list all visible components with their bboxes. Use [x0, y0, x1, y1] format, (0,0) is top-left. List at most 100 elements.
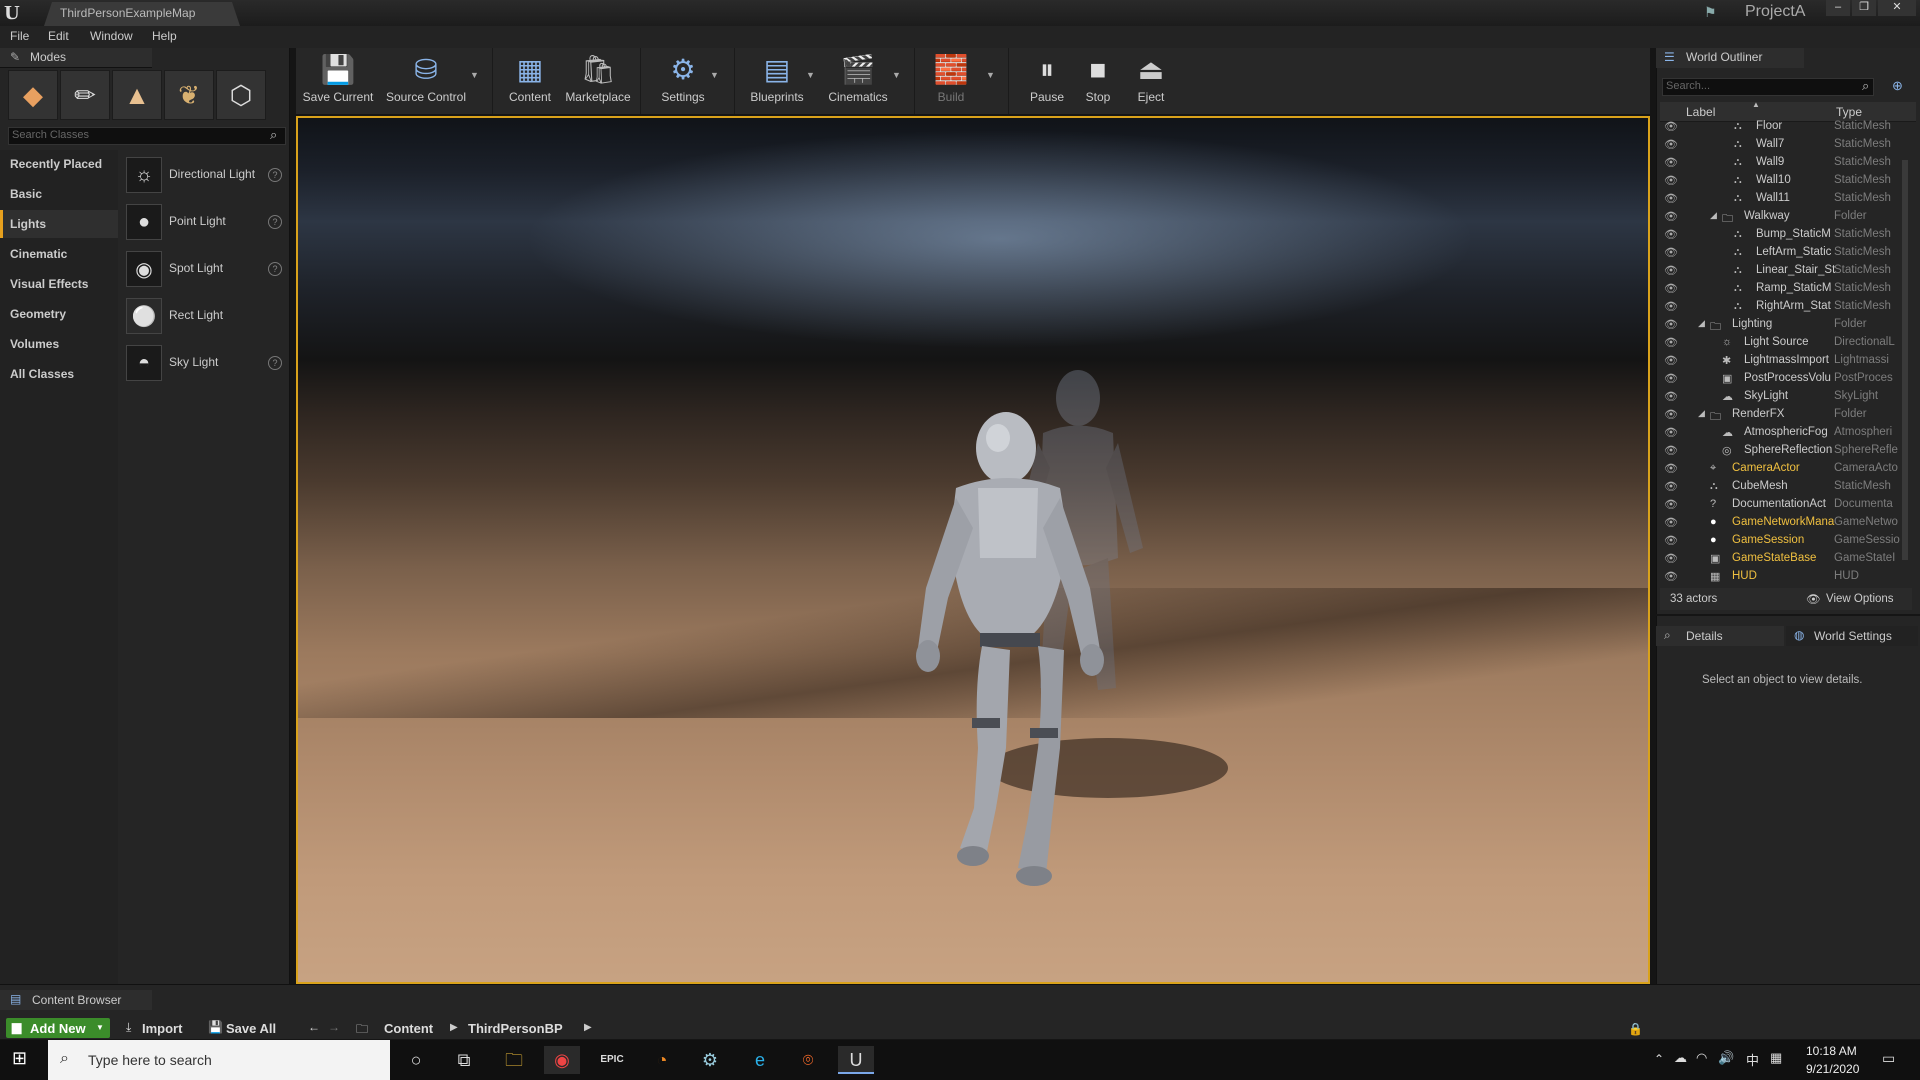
chevron-down-icon[interactable]: ▼ [892, 70, 901, 80]
geometry-mode-icon[interactable]: ⬡ [216, 70, 266, 120]
eye-icon[interactable]: 👁 [1664, 282, 1678, 295]
stop-button[interactable]: ■ Stop [1074, 48, 1122, 114]
outliner-row[interactable]: 👁 ▣ PostProcessVolu PostProces [1660, 370, 1908, 388]
help-icon[interactable]: ? [268, 262, 282, 276]
task-view-icon[interactable]: ⧉ [446, 1046, 482, 1074]
breadcrumb-content[interactable]: Content [384, 1021, 433, 1036]
chevron-down-icon[interactable]: ▼ [806, 70, 815, 80]
paint-mode-icon[interactable]: ✏ [60, 70, 110, 120]
menu-help[interactable]: Help [152, 29, 177, 43]
place-mode-icon[interactable]: ◆ [8, 70, 58, 120]
eye-icon[interactable]: 👁 [1664, 480, 1678, 493]
edge-icon[interactable]: e [742, 1046, 778, 1074]
volume-icon[interactable]: 🔊 [1718, 1050, 1734, 1066]
import-button[interactable]: Import [142, 1021, 182, 1036]
outliner-folder-row[interactable]: 👁 ◢ 🗀 Lighting Folder [1660, 316, 1908, 334]
unreal-editor-taskbar-icon[interactable]: U [838, 1046, 874, 1074]
outliner-row[interactable]: 👁 ● GameNetworkMana GameNetwo [1660, 514, 1908, 532]
notifications-icon[interactable]: ▭ [1882, 1050, 1895, 1067]
outliner-row[interactable]: 👁 ⛬ CubeMesh StaticMesh [1660, 478, 1908, 496]
eye-icon[interactable]: 👁 [1664, 174, 1678, 187]
help-icon[interactable]: ? [268, 356, 282, 370]
landscape-mode-icon[interactable]: ▲ [112, 70, 162, 120]
eye-icon[interactable]: 👁 [1664, 246, 1678, 259]
category-recently-placed[interactable]: Recently Placed [0, 150, 118, 178]
clock-date[interactable]: 9/21/2020 [1806, 1062, 1859, 1076]
epic-games-icon[interactable]: EPIC [594, 1046, 630, 1074]
expand-arrow-icon[interactable]: ◢ [1698, 408, 1705, 419]
outliner-row[interactable]: 👁 ▣ GameStateBase GameStateI [1660, 550, 1908, 568]
modes-tab[interactable] [0, 48, 152, 68]
eye-icon[interactable]: 👁 [1664, 192, 1678, 205]
outliner-row[interactable]: 👁 ☁ SkyLight SkyLight [1660, 388, 1908, 406]
maximize-button[interactable]: ❐ [1852, 0, 1876, 16]
save-all-button[interactable]: Save All [226, 1021, 276, 1036]
chrome-icon[interactable]: ◉ [544, 1046, 580, 1074]
view-options-button[interactable]: View Options [1826, 593, 1894, 605]
eye-icon[interactable]: 👁 [1664, 228, 1678, 241]
eye-icon[interactable]: 👁 [1664, 408, 1678, 421]
eye-icon[interactable]: 👁 [1664, 372, 1678, 385]
category-all-classes[interactable]: All Classes [0, 360, 118, 388]
category-cinematic[interactable]: Cinematic [0, 240, 118, 268]
eye-icon[interactable]: 👁 [1664, 210, 1678, 223]
close-button[interactable]: ✕ [1878, 0, 1916, 16]
category-basic[interactable]: Basic [0, 180, 118, 208]
eye-icon[interactable]: 👁 [1664, 390, 1678, 403]
clock-time[interactable]: 10:18 AM [1806, 1044, 1857, 1058]
minimize-button[interactable]: – [1826, 0, 1850, 16]
map-tab[interactable]: ThirdPersonExampleMap [44, 2, 240, 26]
eye-icon[interactable]: 👁 [1664, 426, 1678, 439]
back-arrow-icon[interactable]: ← [308, 1020, 320, 1034]
cortana-icon[interactable]: ○ [398, 1046, 434, 1074]
column-label-header[interactable]: Label [1686, 105, 1715, 119]
category-lights[interactable]: Lights [0, 210, 118, 238]
eye-icon[interactable]: 👁 [1664, 534, 1678, 547]
level-viewport[interactable] [296, 116, 1650, 984]
pause-button[interactable]: ⏸ Pause [1020, 48, 1074, 114]
cinematics-button[interactable]: 🎬 Cinematics [822, 48, 894, 114]
eye-icon[interactable]: 👁 [1664, 516, 1678, 529]
outliner-row[interactable]: 👁 ⛬ Floor StaticMesh [1660, 118, 1908, 136]
tray-chevron-icon[interactable]: ⌃ [1654, 1052, 1664, 1066]
chevron-down-icon[interactable]: ▼ [470, 70, 479, 80]
outliner-row[interactable]: 👁 ● GameSession GameSessio [1660, 532, 1908, 550]
outliner-row[interactable]: 👁 ⛬ Bump_StaticM StaticMesh [1660, 226, 1908, 244]
blueprints-button[interactable]: ▤ Blueprints [742, 48, 812, 114]
eye-icon[interactable]: 👁 [1664, 156, 1678, 169]
category-visual-effects[interactable]: Visual Effects [0, 270, 118, 298]
outliner-folder-row[interactable]: 👁 ◢ 🗀 Walkway Folder [1660, 208, 1908, 226]
expand-arrow-icon[interactable]: ◢ [1698, 318, 1705, 329]
app-icon[interactable]: ⚙ [692, 1046, 728, 1074]
rect-light-item[interactable]: ⚪ Rect Light [126, 295, 286, 335]
outliner-row[interactable]: 👁 ☁ AtmosphericFog Atmospheri [1660, 424, 1908, 442]
save-current-button[interactable]: 💾 Save Current [300, 48, 376, 114]
outliner-row[interactable]: 👁 ✱ LightmassImport Lightmassi [1660, 352, 1908, 370]
category-geometry[interactable]: Geometry [0, 300, 118, 328]
eye-icon[interactable]: 👁 [1664, 138, 1678, 151]
outliner-row[interactable]: 👁 ⛬ RightArm_Stat StaticMesh [1660, 298, 1908, 316]
keyboard-icon[interactable]: ▦ [1770, 1050, 1782, 1066]
outliner-row[interactable]: 👁 ⌖ CameraActor CameraActo [1660, 460, 1908, 478]
outliner-row[interactable]: 👁 ⛬ Wall7 StaticMesh [1660, 136, 1908, 154]
point-light-item[interactable]: ● Point Light ? [126, 201, 286, 241]
windows-start-icon[interactable]: ⊞ [12, 1048, 27, 1069]
settings-button[interactable]: ⚙ Settings [650, 48, 716, 114]
eye-icon[interactable]: 👁 [1664, 498, 1678, 511]
help-icon[interactable]: ? [268, 168, 282, 182]
add-folder-icon[interactable]: ⊕ [1892, 78, 1903, 94]
eye-icon[interactable]: 👁 [1664, 570, 1678, 583]
outliner-row[interactable]: 👁 ◎ SphereReflection SphereRefle [1660, 442, 1908, 460]
eye-icon[interactable]: 👁 [1664, 300, 1678, 313]
third-person-character[interactable] [878, 388, 1138, 908]
eye-icon[interactable]: 👁 [1664, 462, 1678, 475]
outliner-row[interactable]: 👁 ⛬ Wall9 StaticMesh [1660, 154, 1908, 172]
outliner-row[interactable]: 👁 ⛬ Wall10 StaticMesh [1660, 172, 1908, 190]
build-button[interactable]: 🧱 Build [924, 48, 978, 114]
menu-file[interactable]: File [10, 29, 29, 43]
lock-icon[interactable]: 🔒 [1628, 1022, 1643, 1036]
help-icon[interactable]: ? [268, 215, 282, 229]
sky-light-item[interactable]: ◓ Sky Light ? [126, 342, 286, 382]
eye-icon[interactable]: 👁 [1664, 354, 1678, 367]
source-control-button[interactable]: ⛁ Source Control [382, 48, 470, 114]
